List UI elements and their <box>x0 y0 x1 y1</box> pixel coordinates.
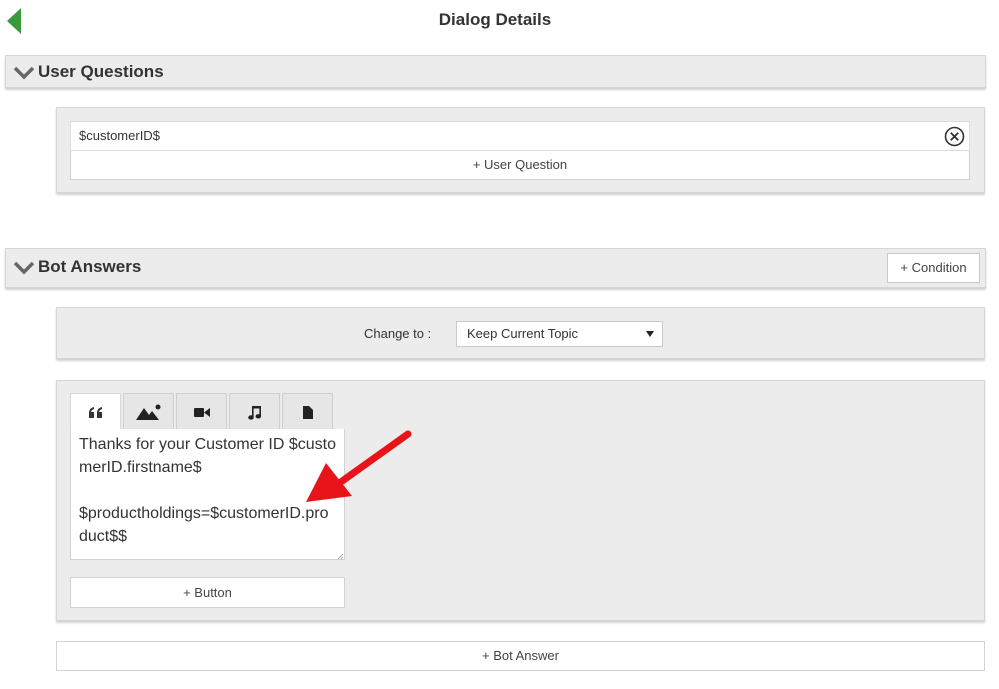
change-topic-panel: Change to : Keep Current Topic <box>56 307 985 359</box>
tab-file[interactable] <box>282 393 333 430</box>
resize-grip-icon[interactable] <box>336 552 344 560</box>
add-button-button[interactable]: + Button <box>70 577 345 608</box>
change-to-label: Change to : <box>364 326 432 341</box>
add-condition-button[interactable]: + Condition <box>887 253 980 283</box>
tab-video[interactable] <box>176 393 227 430</box>
user-question-text: $customerID$ <box>79 128 160 143</box>
remove-circle-x-icon[interactable] <box>944 126 965 147</box>
tab-image[interactable] <box>123 393 174 430</box>
section-title: User Questions <box>38 62 164 81</box>
section-title: Bot Answers <box>38 257 142 276</box>
add-user-question-button[interactable]: + User Question <box>70 151 970 180</box>
topic-select-value: Keep Current Topic <box>467 326 579 341</box>
music-note-icon <box>247 405 261 420</box>
tab-text[interactable] <box>70 393 121 431</box>
user-questions-header[interactable]: User Questions <box>5 55 986 88</box>
video-camera-icon <box>193 407 210 417</box>
chevron-down-icon <box>13 66 35 80</box>
image-icon <box>135 404 160 420</box>
page-title: Dialog Details <box>438 10 552 29</box>
quote-icon <box>88 406 102 418</box>
user-questions-panel: $customerID$ + User Question <box>56 107 985 193</box>
topic-select[interactable]: Keep Current Topic <box>456 321 663 347</box>
tab-audio[interactable] <box>229 393 280 430</box>
caret-down-icon <box>646 331 654 337</box>
chevron-down-icon <box>13 261 35 275</box>
bot-answer-panel: Thanks for your Customer ID $customerID.… <box>56 380 985 621</box>
file-icon <box>302 405 313 419</box>
user-question-row[interactable]: $customerID$ <box>70 121 970 151</box>
add-bot-answer-button[interactable]: + Bot Answer <box>56 641 985 671</box>
annotation-arrow-icon <box>306 430 412 502</box>
bot-answers-header[interactable]: Bot Answers <box>5 248 986 288</box>
